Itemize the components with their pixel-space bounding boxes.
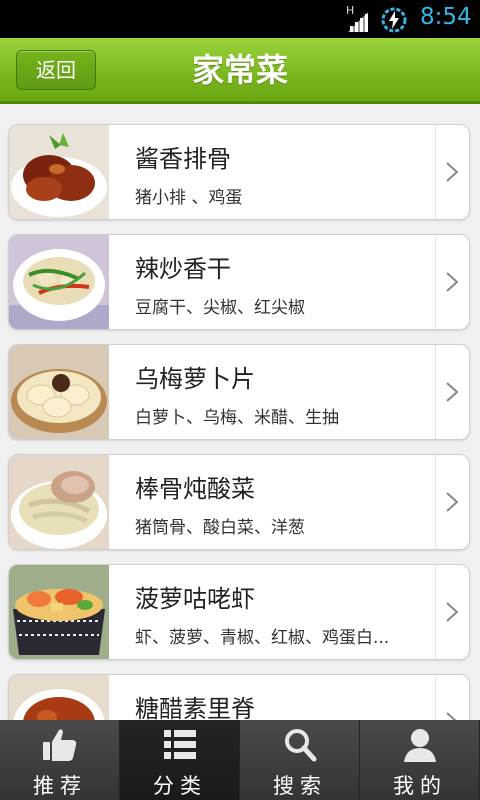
recipe-item[interactable]: 辣炒香干 豆腐干、尖椒、红尖椒 [8,234,470,330]
chevron-right-icon[interactable] [435,345,469,439]
app-header: 家常菜 返回 [0,38,480,104]
recipe-ingredients: 虾、菠萝、青椒、红椒、鸡蛋白... [135,628,390,648]
recipe-name: 酱香排骨 [135,145,231,173]
bottom-nav: 推荐 分类 搜索 我的 [0,720,480,800]
chevron-right-icon[interactable] [435,565,469,659]
nav-recommend[interactable]: 推荐 [0,720,120,800]
recipe-name: 糖醋素里脊 [135,695,255,720]
recipe-ingredients: 猪小排 、鸡蛋 [135,188,243,208]
chevron-right-icon[interactable] [435,675,469,720]
status-bar: H 8:54 [0,0,480,38]
recipe-list: 酱香排骨 猪小排 、鸡蛋 辣炒香干 豆腐干、尖椒、红尖椒 乌梅萝卜片 白萝卜、乌… [0,104,480,720]
recipe-ingredients: 猪筒骨、酸白菜、洋葱 [135,518,305,538]
back-button[interactable]: 返回 [16,50,96,90]
status-time: 8:54 [420,4,472,30]
nav-label: 推荐 [33,774,87,798]
list-icon [164,730,196,759]
recipe-name: 菠萝咕咾虾 [135,585,255,613]
nav-search[interactable]: 搜索 [240,720,360,800]
recipe-item[interactable]: 菠萝咕咾虾 虾、菠萝、青椒、红椒、鸡蛋白... [8,564,470,660]
recipe-thumbnail [9,455,109,549]
recipe-thumbnail [9,565,109,659]
chevron-right-icon[interactable] [435,125,469,219]
nav-label: 搜索 [273,774,327,798]
battery-charging-icon [381,7,407,33]
recipe-name: 棒骨炖酸菜 [135,475,255,503]
recipe-name: 乌梅萝卜片 [135,365,255,393]
recipe-item[interactable]: 糖醋素里脊 [8,674,470,720]
recipe-item[interactable]: 乌梅萝卜片 白萝卜、乌梅、米醋、生抽 [8,344,470,440]
recipe-item[interactable]: 酱香排骨 猪小排 、鸡蛋 [8,124,470,220]
recipe-thumbnail [9,345,109,439]
recipe-thumbnail [9,235,109,329]
person-icon [404,729,436,762]
thumbs-up-icon [43,729,77,761]
recipe-name: 辣炒香干 [135,255,231,283]
search-icon [285,729,317,762]
chevron-right-icon[interactable] [435,235,469,329]
nav-mine[interactable]: 我的 [360,720,480,800]
signal-icon [348,12,368,32]
recipe-ingredients: 白萝卜、乌梅、米醋、生抽 [135,408,339,428]
recipe-thumbnail [9,125,109,219]
recipe-thumbnail [9,675,109,720]
nav-label: 我的 [393,774,447,798]
nav-category[interactable]: 分类 [120,720,240,800]
recipe-item[interactable]: 棒骨炖酸菜 猪筒骨、酸白菜、洋葱 [8,454,470,550]
recipe-ingredients: 豆腐干、尖椒、红尖椒 [135,298,305,318]
chevron-right-icon[interactable] [435,455,469,549]
nav-label: 分类 [153,774,207,798]
